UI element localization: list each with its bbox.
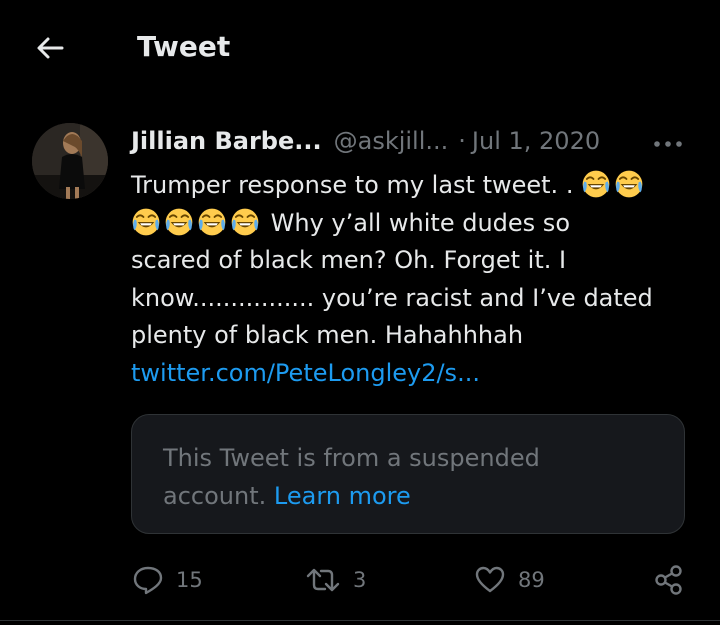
share-button[interactable] (652, 560, 686, 600)
like-button[interactable]: 89 (474, 560, 545, 600)
laugh-emoji-icon (131, 209, 263, 237)
quoted-tweet-notice[interactable]: This Tweet is from a suspended account. … (131, 414, 685, 534)
retweet-icon (305, 565, 341, 595)
reply-count: 15 (176, 568, 203, 592)
tweet-link[interactable]: twitter.com/PeteLongley2/s... (131, 359, 480, 387)
page-title: Tweet (137, 30, 231, 63)
tweet-text-line: plenty of black men. Hahahhhah (131, 321, 524, 349)
like-count: 89 (518, 568, 545, 592)
tweet-text-line: scared of black men? Oh. Forget it. I (131, 246, 567, 274)
divider (0, 620, 720, 621)
back-button[interactable] (30, 30, 70, 70)
action-bar: 15 3 89 (0, 560, 720, 600)
more-button[interactable] (648, 128, 688, 156)
tweet-date[interactable]: Jul 1, 2020 (472, 127, 600, 155)
quote-text: This Tweet is from a suspended account. … (163, 439, 643, 515)
tweet-text: Trumper response to my last tweet. . Why… (131, 167, 691, 392)
avatar[interactable] (32, 123, 108, 199)
arrow-left-icon (35, 35, 65, 65)
share-icon (652, 564, 686, 596)
laugh-emoji-icon (581, 171, 647, 199)
reply-button[interactable]: 15 (132, 560, 203, 600)
more-horizontal-icon (653, 133, 683, 152)
author-name[interactable]: Jillian Barbe... (131, 127, 322, 155)
reply-icon (132, 565, 164, 595)
retweet-button[interactable]: 3 (305, 560, 366, 600)
retweet-count: 3 (353, 568, 367, 592)
tweet-text-line: know................ you’re racist and I… (131, 283, 653, 312)
tweet-text-line: Trumper response to my last tweet. . (131, 171, 574, 199)
top-bar: Tweet (0, 0, 720, 100)
heart-icon (474, 565, 506, 595)
learn-more-link[interactable]: Learn more (274, 482, 411, 510)
meta-separator: · (458, 127, 466, 155)
author-handle[interactable]: @askjill... (334, 127, 449, 155)
tweet-text-line: Why y’all white dudes so (270, 208, 570, 237)
tweet-meta: Jillian Barbe... @askjill... · Jul 1, 20… (131, 122, 600, 160)
